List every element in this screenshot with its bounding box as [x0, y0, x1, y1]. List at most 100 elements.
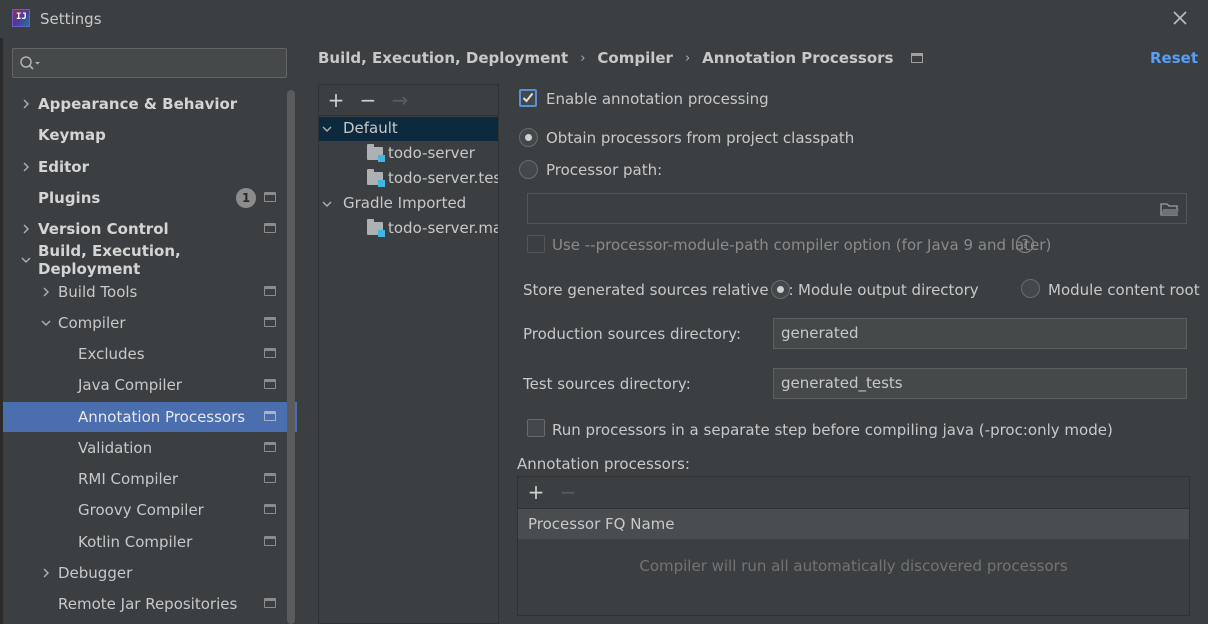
chevron-right-icon: › — [684, 50, 691, 66]
processor-module-path-label: Use --processor-module-path compiler opt… — [552, 236, 1052, 254]
chevron-down-icon — [322, 126, 332, 132]
project-settings-icon — [264, 192, 276, 202]
remove-profile-button[interactable]: − — [358, 90, 378, 111]
module-folder-icon — [367, 144, 385, 162]
sidebar-item-label: Plugins — [38, 189, 101, 207]
project-settings-icon — [264, 536, 276, 546]
module-label: todo-server.test — [388, 169, 498, 187]
sidebar-item-editor[interactable]: Editor — [3, 152, 287, 182]
project-settings-icon — [264, 411, 276, 421]
chevron-right-icon — [23, 99, 29, 109]
settings-sidebar: Appearance & Behavior Keymap Editor Plug… — [0, 38, 297, 624]
processor-module-path-checkbox[interactable] — [527, 235, 545, 253]
sidebar-item-label: Kotlin Compiler — [78, 533, 193, 551]
obtain-from-classpath-radio[interactable] — [519, 128, 538, 147]
sidebar-item-compiler[interactable]: Compiler — [3, 308, 287, 338]
module-label: todo-server — [388, 144, 475, 162]
add-profile-button[interactable]: + — [326, 90, 346, 111]
sidebar-item-java-compiler[interactable]: Java Compiler — [3, 370, 287, 400]
breadcrumb-item[interactable]: Build, Execution, Deployment — [318, 49, 568, 67]
obtain-from-classpath-label: Obtain processors from project classpath — [546, 129, 855, 147]
sidebar-item-label: Version Control — [38, 220, 169, 238]
sidebar-item-label: Remote Jar Repositories — [58, 595, 238, 613]
project-settings-icon — [264, 504, 276, 514]
sidebar-item-label: Keymap — [38, 126, 106, 144]
breadcrumb: Build, Execution, Deployment › Compiler … — [318, 49, 924, 67]
sidebar-item-appearance-behavior[interactable]: Appearance & Behavior — [3, 89, 287, 119]
sidebar-item-annotation-processors[interactable]: Annotation Processors — [3, 402, 297, 432]
module-output-directory-radio[interactable] — [771, 280, 790, 299]
sidebar-item-kotlin-compiler[interactable]: Kotlin Compiler — [3, 527, 287, 557]
module-folder-icon — [367, 169, 385, 187]
profiles-tree: + − → Default todo-server todo-server.te… — [318, 84, 499, 624]
store-generated-sources-label: Store generated sources relative to: — [523, 281, 794, 299]
help-icon[interactable]: ? — [1016, 235, 1034, 253]
project-settings-icon — [264, 223, 276, 233]
sidebar-item-label: Build, Execution, Deployment — [38, 242, 181, 278]
module-content-root-radio[interactable] — [1021, 279, 1040, 298]
sidebar-item-rmi-compiler[interactable]: RMI Compiler — [3, 464, 287, 494]
sidebar-item-keymap[interactable]: Keymap — [3, 120, 287, 150]
chevron-right-icon — [43, 287, 49, 297]
app-icon-text: IJ — [16, 12, 27, 22]
module-folder-icon — [367, 219, 385, 237]
project-settings-icon — [264, 379, 276, 389]
project-settings-icon — [264, 442, 276, 452]
sidebar-item-label: Java Compiler — [78, 376, 182, 394]
chevron-down-icon — [21, 257, 31, 263]
project-settings-icon — [264, 473, 276, 483]
profile-module-todo-server[interactable]: todo-server — [319, 142, 498, 166]
profile-module-todo-server-test[interactable]: todo-server.test — [319, 167, 498, 191]
profile-item-default[interactable]: Default — [319, 117, 498, 141]
production-sources-directory-label: Production sources directory: — [523, 325, 742, 343]
module-content-root-label: Module content root — [1048, 281, 1200, 299]
breadcrumb-item[interactable]: Compiler — [597, 49, 673, 67]
sidebar-item-label: Annotation Processors — [78, 408, 246, 426]
sidebar-item-build-tools[interactable]: Build Tools — [3, 277, 287, 307]
sidebar-item-remote-jar-repositories[interactable]: Remote Jar Repositories — [3, 589, 287, 619]
sidebar-item-groovy-compiler[interactable]: Groovy Compiler — [3, 495, 287, 525]
sidebar-item-validation[interactable]: Validation — [3, 433, 287, 463]
title-bar: IJ Settings — [0, 0, 1208, 38]
profile-module-todo-server-main[interactable]: todo-server.main — [319, 217, 498, 241]
project-settings-icon — [264, 286, 276, 296]
profile-item-gradle-imported[interactable]: Gradle Imported — [319, 192, 498, 216]
sidebar-item-excludes[interactable]: Excludes — [3, 339, 287, 369]
search-input[interactable] — [49, 53, 279, 73]
sidebar-item-label: Debugger — [58, 564, 133, 582]
sidebar-item-version-control[interactable]: Version Control — [3, 214, 287, 244]
sidebar-item-label: Editor — [38, 158, 89, 176]
add-processor-button[interactable]: + — [526, 482, 546, 503]
empty-table-text: Compiler will run all automatically disc… — [639, 557, 1068, 575]
production-sources-directory-field[interactable]: generated — [773, 318, 1187, 349]
sidebar-item-debugger[interactable]: Debugger — [3, 558, 287, 588]
project-settings-icon — [264, 598, 276, 608]
sidebar-item-label: Compiler — [58, 314, 126, 332]
profiles-toolbar: + − → — [319, 85, 498, 116]
browse-folder-icon[interactable] — [1160, 202, 1180, 216]
sidebar-item-plugins[interactable]: Plugins 1 — [3, 183, 287, 213]
processor-path-field[interactable] — [527, 193, 1187, 224]
move-to-profile-button[interactable]: → — [390, 90, 410, 111]
column-header-processor-fq-name[interactable]: Processor FQ Name — [518, 509, 1189, 539]
sidebar-item-build-execution-deployment[interactable]: Build, Execution, Deployment — [3, 242, 287, 278]
sidebar-item-label: Validation — [78, 439, 153, 457]
run-processors-separately-checkbox[interactable] — [527, 419, 545, 437]
test-sources-directory-field[interactable]: generated_tests — [773, 368, 1187, 399]
sidebar-item-label: Appearance & Behavior — [38, 95, 238, 113]
reset-link[interactable]: Reset — [1150, 49, 1198, 67]
enable-annotation-processing-checkbox[interactable] — [519, 89, 537, 107]
chevron-right-icon — [23, 224, 29, 234]
processor-path-radio[interactable] — [519, 160, 538, 179]
chevron-right-icon: › — [580, 50, 586, 66]
remove-processor-button[interactable]: − — [558, 482, 578, 503]
module-label: todo-server.main — [388, 219, 498, 237]
test-sources-directory-label: Test sources directory: — [523, 375, 691, 393]
profile-label: Default — [343, 119, 398, 137]
sidebar-scrollbar[interactable] — [287, 90, 295, 624]
sidebar-item-label: RMI Compiler — [78, 470, 179, 488]
enable-annotation-processing-label: Enable annotation processing — [546, 90, 769, 108]
chevron-right-icon — [23, 162, 29, 172]
close-icon[interactable] — [1170, 8, 1190, 28]
search-field[interactable] — [12, 48, 287, 78]
